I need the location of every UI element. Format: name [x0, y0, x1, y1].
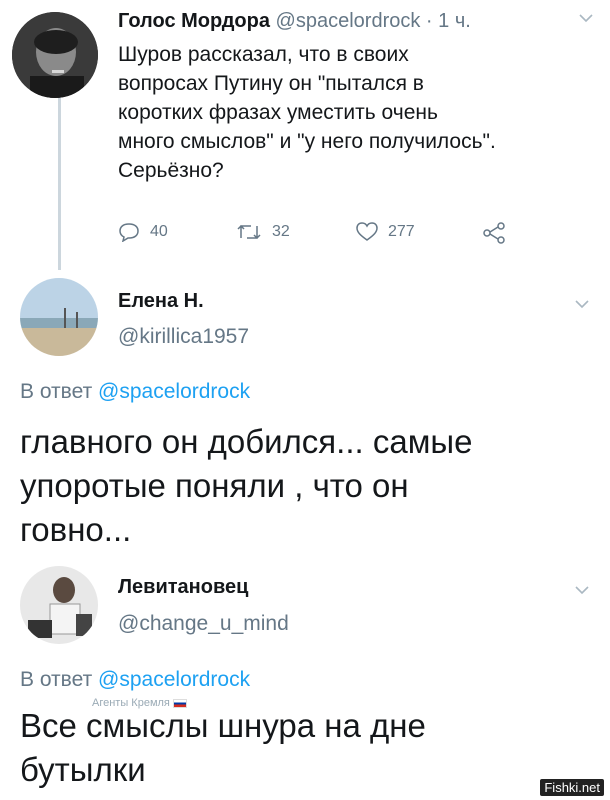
reply-to-link[interactable]: @spacelordrock [98, 380, 250, 403]
chevron-down-icon[interactable] [574, 582, 590, 603]
tweet-text-line: Все смыслы шнура на дне [20, 707, 426, 744]
tweet-text-line: вопросах Путину он "пытался в [118, 72, 424, 95]
watermark: Fishki.net [540, 779, 604, 796]
tweet-text-line: говно... [20, 511, 132, 548]
like-button[interactable]: 277 [356, 222, 415, 242]
reply-icon [118, 222, 140, 242]
tweet-text-line: Серьёзно? [118, 159, 224, 182]
reply-context: В ответ @spacelordrock [20, 668, 250, 692]
avatar[interactable] [12, 12, 98, 98]
reply-to-link[interactable]: @spacelordrock [98, 668, 250, 691]
heart-icon [356, 222, 378, 242]
author-name[interactable]: Левитановец [118, 576, 248, 599]
tweet-text-line: бутылки [20, 751, 146, 788]
tweet-text-line: много смыслов" и "у него получилось". [118, 130, 496, 153]
avatar[interactable] [20, 566, 98, 644]
share-icon [482, 222, 506, 244]
retweet-icon [236, 222, 262, 242]
watermark-text: Fishki.net [544, 780, 600, 795]
tweet-text-line: главного он добился... самые [20, 423, 473, 460]
tweet-text-line: Шуров рассказал, что в своих [118, 43, 409, 66]
tweet-actions: 40 32 277 [118, 222, 518, 246]
author-name[interactable]: Елена Н. [118, 290, 204, 313]
like-count: 277 [388, 223, 415, 240]
reply-prefix: В ответ [20, 380, 93, 403]
tweet-time[interactable]: · 1 ч. [426, 10, 471, 32]
reply-prefix: В ответ [20, 668, 93, 691]
author-name[interactable]: Голос Мордора [118, 10, 270, 32]
tweet-text: главного он добился... самые упоротые по… [20, 420, 472, 552]
thread-connector-line [58, 80, 61, 270]
share-button[interactable] [482, 222, 506, 244]
chevron-down-icon[interactable] [578, 10, 594, 31]
retweet-button[interactable]: 32 [236, 222, 290, 242]
tweet-header: Голос Мордора @spacelordrock · 1 ч. [118, 10, 471, 33]
tweet-text-line: коротких фразах уместить очень [118, 101, 438, 124]
author-handle[interactable]: @change_u_mind [118, 612, 289, 636]
tweet-text: Все смыслы шнура на дне бутылки [20, 704, 426, 792]
chevron-down-icon[interactable] [574, 296, 590, 317]
tweet-text-line: упоротые поняли , что он [20, 467, 409, 504]
reply-button[interactable]: 40 [118, 222, 168, 242]
tweet-text: Шуров рассказал, что в своих вопросах Пу… [118, 40, 496, 185]
reply-count: 40 [150, 223, 168, 240]
avatar[interactable] [20, 278, 98, 356]
reply-context: В ответ @spacelordrock [20, 380, 250, 404]
author-handle[interactable]: @kirillica1957 [118, 325, 249, 349]
retweet-count: 32 [272, 223, 290, 240]
author-handle[interactable]: @spacelordrock [276, 10, 421, 32]
